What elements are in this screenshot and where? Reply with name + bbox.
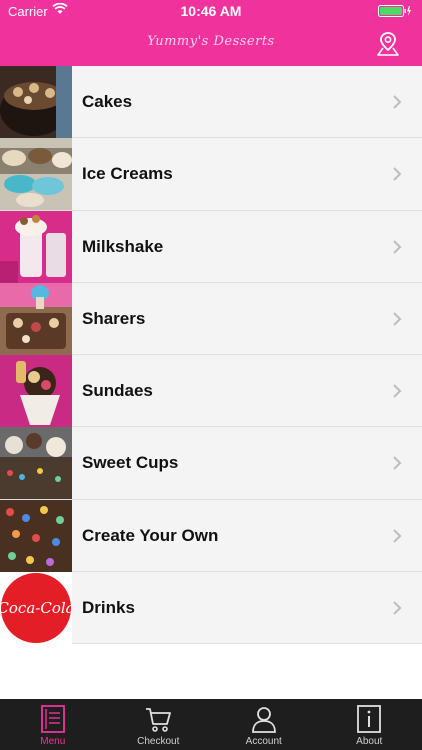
app-header: Carrier 10:46 AM Yummy's Desserts — [0, 0, 422, 66]
chevron-right-icon — [393, 384, 402, 398]
menu-item-sharers[interactable]: Sharers — [0, 282, 422, 356]
chevron-right-icon — [393, 95, 402, 109]
menu-list: Cakes Ice Creams Milkshake Sharers Sunda… — [0, 66, 422, 645]
create-your-own-photo — [0, 499, 72, 572]
menu-item-label: Drinks — [82, 598, 135, 618]
sundaes-photo — [0, 355, 72, 428]
tab-checkout[interactable]: Checkout — [106, 699, 212, 750]
menu-book-icon — [40, 705, 65, 733]
menu-item-label: Sweet Cups — [82, 453, 179, 473]
milkshake-photo — [0, 210, 72, 283]
menu-item-drinks[interactable]: Coca-Cola Drinks — [0, 572, 422, 645]
menu-item-milkshake[interactable]: Milkshake — [0, 210, 422, 283]
cart-icon — [146, 708, 172, 732]
chevron-right-icon — [393, 456, 402, 471]
menu-item-label: Sharers — [82, 308, 146, 328]
tab-label: Menu — [40, 736, 66, 747]
svg-text:Coca-Cola: Coca-Cola — [0, 599, 72, 617]
coca-cola-logo: Coca-Cola — [0, 572, 72, 645]
user-icon — [251, 707, 276, 733]
sweet-cups-photo — [0, 427, 72, 500]
tab-label: Checkout — [137, 736, 180, 747]
chevron-right-icon — [393, 312, 402, 326]
menu-item-sweet-cups[interactable]: Sweet Cups — [0, 427, 422, 500]
tab-account[interactable]: Account — [211, 699, 317, 750]
status-bar: Carrier 10:46 AM — [0, 0, 422, 22]
cakes-photo — [0, 66, 72, 138]
menu-item-label: Sundaes — [82, 381, 153, 401]
tab-bar: Menu Checkout Account About — [0, 699, 422, 750]
menu-item-label: Ice Creams — [82, 164, 173, 184]
battery-icon — [378, 5, 411, 17]
status-time: 10:46 AM — [180, 3, 242, 19]
chevron-right-icon — [393, 167, 402, 182]
sharers-photo — [0, 282, 72, 355]
menu-item-label: Create Your Own — [82, 525, 219, 545]
chevron-right-icon — [393, 601, 402, 615]
menu-item-sundaes[interactable]: Sundaes — [0, 355, 422, 428]
chevron-right-icon — [393, 239, 402, 254]
menu-item-ice-creams[interactable]: Ice Creams — [0, 138, 422, 211]
info-icon — [357, 705, 382, 733]
brand-logo: Yummy's Desserts — [147, 34, 275, 49]
chevron-right-icon — [393, 529, 402, 543]
tab-label: About — [356, 736, 383, 747]
tab-about[interactable]: About — [317, 699, 422, 750]
tab-label: Account — [245, 736, 282, 747]
map-pin-icon[interactable] — [376, 31, 400, 57]
menu-item-label: Cakes — [82, 92, 133, 111]
ice-creams-photo — [0, 138, 72, 211]
tab-menu[interactable]: Menu — [0, 699, 106, 750]
menu-item-cakes[interactable]: Cakes — [0, 66, 422, 139]
menu-item-label: Milkshake — [82, 236, 164, 256]
menu-item-create-your-own[interactable]: Create Your Own — [0, 499, 422, 573]
